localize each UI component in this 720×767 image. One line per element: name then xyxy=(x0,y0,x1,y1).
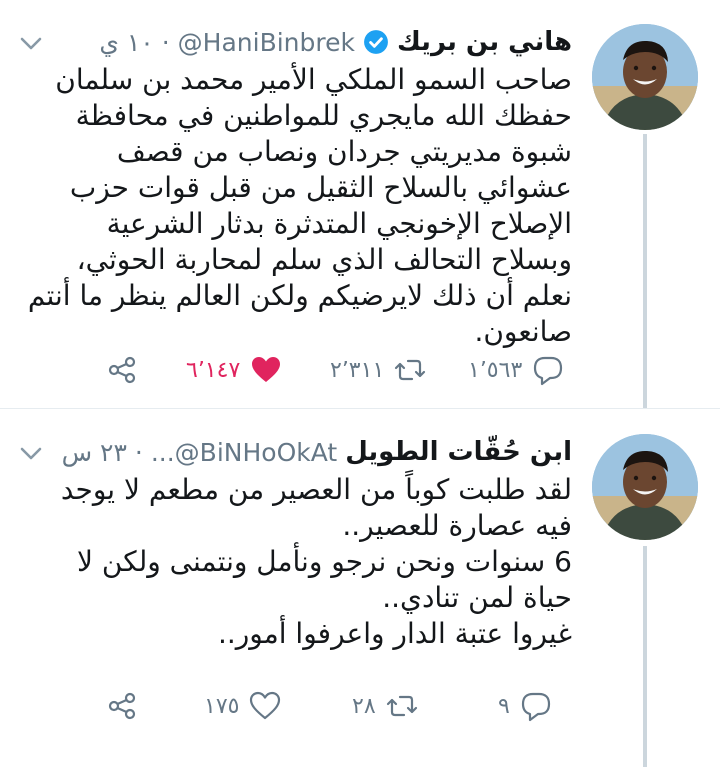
tweet-paragraph: صاحب السمو الملكي الأمير محمد بن سلمان ح… xyxy=(27,63,572,348)
tweet-text: صاحب السمو الملكي الأمير محمد بن سلمان ح… xyxy=(27,62,572,350)
display-name[interactable]: ابن حُقّات الطويل xyxy=(345,437,572,467)
share-button[interactable] xyxy=(106,686,138,726)
like-button[interactable]: ٦٬١٤٧ xyxy=(186,350,282,390)
retweet-button[interactable]: ٢٨ xyxy=(352,686,418,726)
like-count: ١٧٥ xyxy=(204,693,240,719)
heart-icon xyxy=(250,691,281,720)
retweet-button[interactable]: ٢٬٣١١ xyxy=(330,350,426,390)
tweet-header: ابن حُقّات الطويل ...@BiNHoOkAt · ٢٣ س xyxy=(12,432,572,472)
tweet-header: هاني بن بريك @HaniBinbrek · ١٠ ي xyxy=(12,22,572,62)
user-handle[interactable]: ...@BiNHoOkAt xyxy=(151,438,337,467)
share-icon xyxy=(108,356,136,384)
avatar-photo xyxy=(592,24,698,130)
like-count: ٦٬١٤٧ xyxy=(186,357,241,383)
like-button[interactable]: ١٧٥ xyxy=(204,686,281,726)
tweet-paragraph: 6 سنوات ونحن نرجو ونأمل ونتمنى ولكن لا ح… xyxy=(77,545,572,614)
timestamp[interactable]: ١٠ ي xyxy=(99,28,153,57)
tweet[interactable]: ابن حُقّات الطويل ...@BiNHoOkAt · ٢٣ س ل… xyxy=(0,408,720,767)
share-button[interactable] xyxy=(106,350,138,390)
retweet-icon xyxy=(386,695,417,717)
reply-icon xyxy=(534,356,563,386)
thread-line xyxy=(643,134,647,408)
chevron-down-icon[interactable] xyxy=(18,444,44,464)
retweet-count: ٢٬٣١١ xyxy=(330,357,385,383)
reply-icon xyxy=(521,692,550,722)
avatar-photo xyxy=(592,434,698,540)
tweet-text: لقد طلبت كوباً من العصير من مطعم لا يوجد… xyxy=(27,472,572,652)
tweet-paragraph: لقد طلبت كوباً من العصير من مطعم لا يوجد… xyxy=(60,473,572,542)
separator-dot: · xyxy=(161,27,170,57)
reply-button[interactable]: ١٬٥٦٣ xyxy=(468,350,564,390)
tweet-actions: ١٧٥ ٢٨ ٩ xyxy=(0,686,600,726)
reply-count: ٩ xyxy=(498,693,510,719)
retweet-count: ٢٨ xyxy=(352,693,376,719)
tweet-paragraph: غيروا عتبة الدار واعرفوا أمور.. xyxy=(217,617,572,650)
separator-dot: · xyxy=(134,437,143,467)
reply-count: ١٬٥٦٣ xyxy=(468,357,523,383)
tweet-actions: ٦٬١٤٧ ٢٬٣١١ ١٬٥٦٣ xyxy=(0,350,600,390)
user-handle[interactable]: @HaniBinbrek xyxy=(178,28,355,57)
thread-line xyxy=(643,546,647,767)
display-name[interactable]: هاني بن بريك xyxy=(397,27,572,57)
share-icon xyxy=(108,692,136,720)
verified-badge-icon xyxy=(364,30,388,54)
heart-filled-icon xyxy=(252,357,281,382)
timestamp[interactable]: ٢٣ س xyxy=(62,438,127,467)
avatar[interactable] xyxy=(592,434,698,540)
chevron-down-icon[interactable] xyxy=(18,34,44,54)
retweet-icon xyxy=(395,359,426,381)
tweet[interactable]: هاني بن بريك @HaniBinbrek · ١٠ ي صاحب ال… xyxy=(0,0,720,408)
reply-button[interactable]: ٩ xyxy=(498,686,552,726)
avatar[interactable] xyxy=(592,24,698,130)
